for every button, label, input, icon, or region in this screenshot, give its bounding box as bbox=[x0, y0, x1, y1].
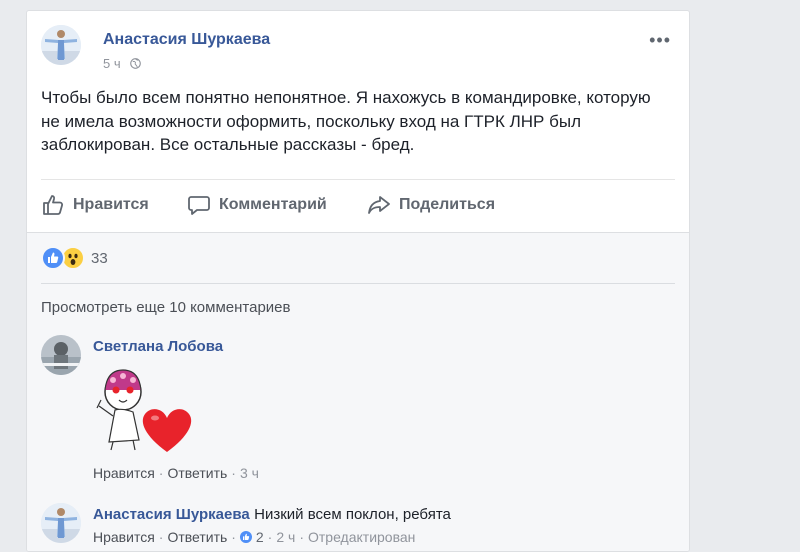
comment-meta: Нравится · Ответить · 3 ч bbox=[93, 465, 259, 481]
meta-separator: · bbox=[267, 529, 273, 545]
meta-separator: · bbox=[231, 465, 236, 481]
reactions-divider bbox=[41, 283, 675, 284]
reactions-summary[interactable]: 33 bbox=[41, 246, 108, 270]
like-button-label: Нравится bbox=[73, 196, 149, 213]
share-button-label: Поделиться bbox=[399, 196, 496, 213]
like-icon bbox=[41, 246, 65, 270]
comment-reply-link[interactable]: Ответить bbox=[167, 465, 227, 481]
comment-like-link[interactable]: Нравится bbox=[93, 465, 155, 481]
post-header: Анастасия Шуркаева 5 ч ••• bbox=[41, 25, 681, 81]
meta-separator: · bbox=[231, 529, 236, 545]
commenter-avatar[interactable] bbox=[41, 503, 81, 543]
post-author-name[interactable]: Анастасия Шуркаева bbox=[103, 31, 270, 49]
post-card: Анастасия Шуркаева 5 ч ••• Чтобы было вс… bbox=[26, 10, 690, 552]
reaction-count[interactable]: 33 bbox=[91, 250, 108, 267]
share-button[interactable]: Поделиться bbox=[367, 193, 495, 217]
meta-separator: · bbox=[299, 529, 304, 545]
view-more-comments-link[interactable]: Просмотреть еще 10 комментариев bbox=[41, 299, 290, 316]
comment-body: Анастасия Шуркаева Низкий всем поклон, р… bbox=[93, 506, 451, 524]
comment: Анастасия Шуркаева Низкий всем поклон, р… bbox=[41, 503, 681, 551]
post-text: Чтобы было всем понятно непонятное. Я на… bbox=[41, 88, 651, 154]
globe-icon bbox=[130, 58, 142, 69]
comment-icon bbox=[188, 196, 210, 215]
post-actions: Нравится Комментарий Поделиться bbox=[41, 185, 675, 225]
commenter-name[interactable]: Анастасия Шуркаева bbox=[93, 506, 250, 523]
comment-button-label: Комментарий bbox=[219, 196, 327, 213]
commenter-name[interactable]: Светлана Лобова bbox=[93, 338, 223, 355]
comment-meta: Нравится · Ответить · 2 · 2 ч · Отредактирован bbox=[93, 529, 415, 545]
author-avatar[interactable] bbox=[41, 25, 81, 65]
comment-button[interactable]: Комментарий bbox=[187, 193, 327, 217]
like-count-icon bbox=[239, 531, 252, 543]
comment-edited-label[interactable]: Отредактирован bbox=[308, 529, 415, 545]
thumbs-up-icon bbox=[43, 195, 64, 215]
like-button[interactable]: Нравится bbox=[41, 193, 149, 217]
comment-time[interactable]: 3 ч bbox=[240, 465, 259, 481]
comment-text: Низкий всем поклон, ребята bbox=[254, 506, 451, 523]
post-divider bbox=[41, 179, 675, 180]
meta-separator: · bbox=[158, 465, 164, 481]
comment-like-link[interactable]: Нравится bbox=[93, 529, 155, 545]
meta-separator: · bbox=[158, 529, 164, 545]
comment-time[interactable]: 2 ч bbox=[276, 529, 295, 545]
more-options-button[interactable]: ••• bbox=[649, 31, 671, 49]
heart-sticker bbox=[93, 360, 203, 455]
share-icon bbox=[368, 196, 390, 214]
comment-reply-link[interactable]: Ответить bbox=[167, 529, 227, 545]
commenter-avatar[interactable] bbox=[41, 335, 81, 375]
post-timestamp[interactable]: 5 ч bbox=[103, 56, 142, 71]
comment-like-count[interactable]: 2 bbox=[256, 529, 264, 545]
comments-section: 33 Просмотреть еще 10 комментариев Светл… bbox=[27, 232, 689, 551]
comment: Светлана Лобова Нравится · Ответить · 3 … bbox=[41, 335, 681, 495]
post-time-text[interactable]: 5 ч bbox=[103, 56, 121, 71]
